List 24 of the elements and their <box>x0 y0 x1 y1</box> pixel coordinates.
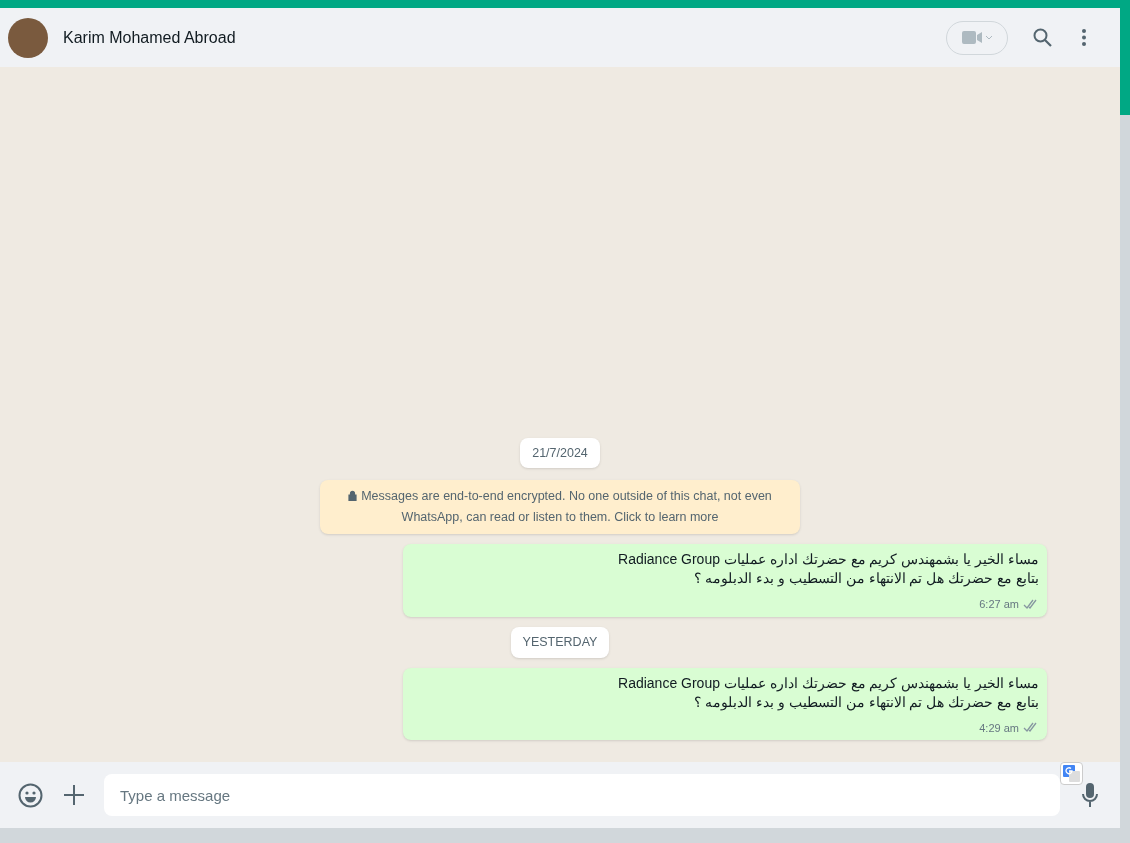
search-icon <box>1032 28 1052 47</box>
video-camera-icon <box>962 31 982 44</box>
message-input[interactable]: Type a message <box>104 774 1060 816</box>
menu-icon <box>1082 29 1086 46</box>
caret-icon <box>986 35 992 40</box>
avatar <box>8 17 48 58</box>
translate-icon[interactable] <box>1060 762 1083 785</box>
plus-icon <box>64 785 84 805</box>
message-text: مساء الخير يا بشمهندس كريم مع حضرتك اداره عمليات Radiance Group بتابع مع حضرتك هل تم الانتهاء من التسطيب و بدء الدبلومه ؟ <box>617 673 1039 712</box>
emoji-button[interactable] <box>16 781 44 809</box>
encryption-notice[interactable]: Messages are end-to-end encrypted. No one outside of this chat, not even WhatsApp, can read or listen to them. Click to learn more <box>320 480 800 535</box>
message-time: 6:27 am <box>979 597 1019 613</box>
message-text: مساء الخير يا بشمهندس كريم مع حضرتك اداره عمليات Radiance Group بتابع مع حضرتك هل تم الانتهاء من التسطيب و بدء الدبلومه ؟ <box>617 550 1039 589</box>
message-time: 4:29 am <box>979 720 1019 736</box>
double-check-icon <box>1023 722 1039 734</box>
smiley-icon <box>17 782 43 808</box>
date-label: YESTERDAY <box>510 626 610 658</box>
scrollbar-thumb[interactable] <box>1120 8 1130 115</box>
encryption-notice-text: Messages are end-to-end encrypted. No one outside of this chat, not even WhatsApp, can read or listen to them. Click to learn more <box>361 489 772 525</box>
lock-icon <box>348 490 358 502</box>
date-label: 21/7/2024 <box>520 437 600 469</box>
double-check-icon <box>1023 599 1039 610</box>
contact-name[interactable]: Karim Mohamed Abroad <box>63 25 236 50</box>
microphone-icon <box>1082 783 1098 807</box>
